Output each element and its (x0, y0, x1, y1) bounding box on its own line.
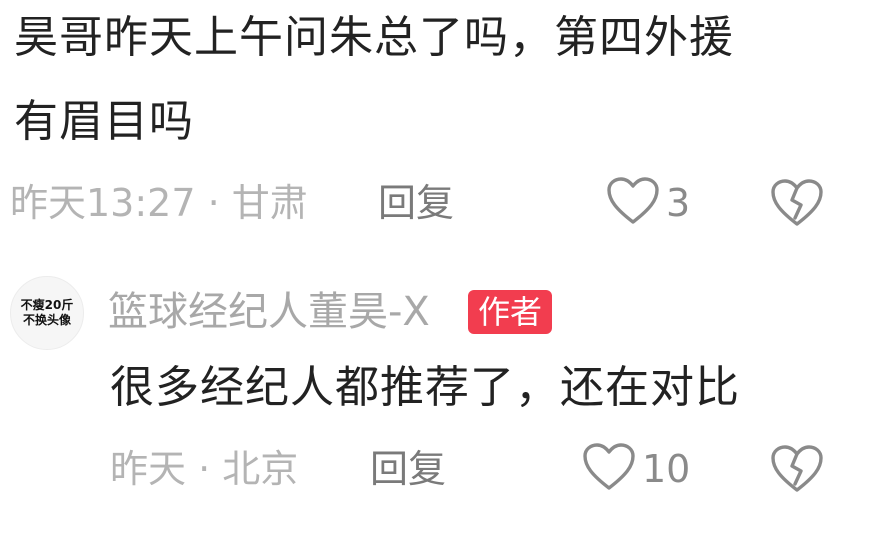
reply-text: 很多经纪人都推荐了，还在对比 (110, 362, 740, 413)
dislike-button[interactable] (770, 178, 824, 232)
like-count: 3 (666, 181, 691, 225)
broken-heart-icon (770, 179, 824, 232)
heart-outline-icon (606, 176, 660, 230)
avatar[interactable]: 不瘦20斤 不换头像 (10, 276, 84, 350)
like-button[interactable]: 10 (582, 442, 690, 496)
like-button[interactable]: 3 (606, 176, 690, 230)
author-badge: 作者 (468, 290, 553, 334)
reply-button[interactable]: 回复 (378, 180, 454, 226)
comment-text-line-2: 有眉目吗 (14, 96, 194, 147)
username-link[interactable]: 篮球经纪人董昊-X (108, 288, 430, 336)
reply-time-location: 昨天 · 北京 (110, 447, 299, 491)
dislike-button[interactable] (770, 444, 824, 498)
avatar-text-line-2: 不换头像 (22, 313, 71, 327)
reply-button[interactable]: 回复 (370, 446, 446, 492)
comment-time-location: 昨天13:27 · 甘肃 (10, 181, 308, 225)
comment-text-line-1: 昊哥昨天上午问朱总了吗，第四外援 (14, 12, 734, 63)
heart-outline-icon (582, 442, 636, 496)
like-count: 10 (642, 447, 691, 491)
avatar-text-line-1: 不瘦20斤 (20, 298, 74, 312)
broken-heart-icon (770, 445, 824, 498)
